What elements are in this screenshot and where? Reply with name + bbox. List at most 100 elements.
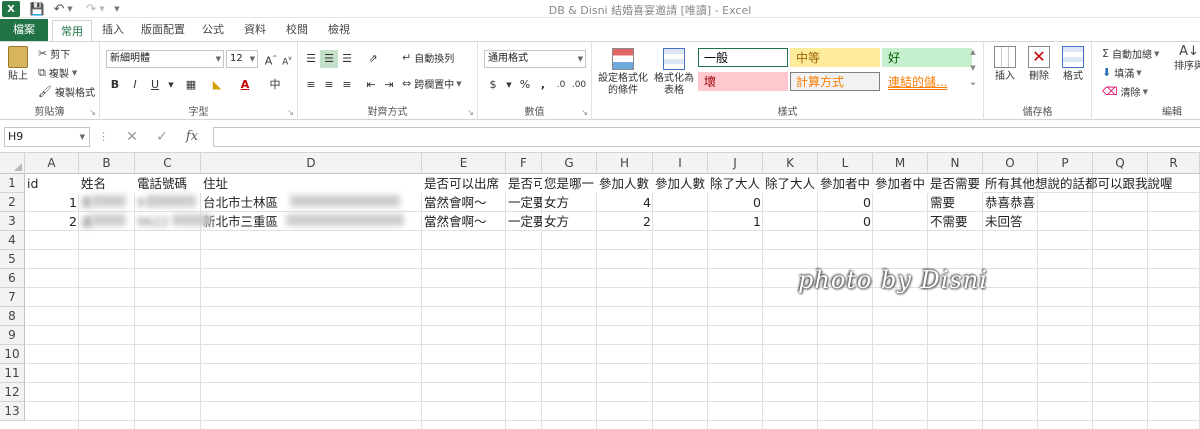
percent-button[interactable]: % [516,76,534,94]
cell-h3[interactable]: 2 [597,212,653,231]
formula-input[interactable] [213,127,1200,147]
excel-app-icon[interactable]: X [2,1,20,17]
cell-n2[interactable]: 需要 [928,193,983,212]
cell-m1[interactable]: 參加者中 [873,174,928,193]
row-header-8[interactable]: 8 [0,307,25,326]
phonetic-button[interactable]: 中 [266,76,284,94]
undo-icon[interactable]: ↶ [52,1,66,17]
column-header-p[interactable]: P [1038,153,1093,174]
cell-style-4[interactable]: 計算方式 [790,72,880,91]
tab-data[interactable]: 資料 [238,19,272,41]
clipboard-launcher-icon[interactable]: ↘ [89,108,96,117]
row-header-13[interactable]: 13 [0,402,25,421]
column-header-g[interactable]: G [542,153,597,174]
cell-e3[interactable]: 當然會啊～ [422,212,506,231]
gallery-more-icon[interactable]: ⏷ [966,78,980,90]
name-box[interactable]: H9 ▼ [4,127,90,147]
cell-e1[interactable]: 是否可以出席 [422,174,506,193]
cell-n1[interactable]: 是否需要 [928,174,983,193]
row-header-11[interactable]: 11 [0,364,25,383]
cell-h1[interactable]: 參加人數 [597,174,653,193]
column-header-h[interactable]: H [597,153,653,174]
font-name-combo[interactable]: 新細明體 ▼ [106,50,224,68]
formula-bar-grip-icon[interactable]: ⋮ [98,130,109,143]
cell-l1[interactable]: 參加者中 [818,174,873,193]
cell-b1[interactable]: 姓名 [79,174,135,193]
cell-n3[interactable]: 不需要 [928,212,983,231]
select-all-corner[interactable] [0,153,25,174]
cell-a2[interactable]: 1 [25,193,79,212]
insert-cells-button[interactable]: 插入 [990,46,1020,83]
redo-dropdown-icon[interactable]: ▼ [98,1,106,17]
cell-f1[interactable]: 是否可 [506,174,542,193]
save-icon[interactable]: 💾 [28,1,46,17]
column-header-a[interactable]: A [25,153,79,174]
worksheet-grid[interactable]: A B C D E F G H I J K L M N O P Q R 1 2 3 4 5 6 7 8 9 10 11 12 13 id 姓名電… [0,152,1200,429]
number-format-combo[interactable]: 通用格式 ▼ [484,50,586,68]
row-header-6[interactable]: 6 [0,269,25,288]
cell-e2[interactable]: 當然會啊～ [422,193,506,212]
wrap-text-button[interactable]: ↵ 自動換列 [402,50,454,65]
comma-button[interactable]: , [534,76,552,94]
row-header-5[interactable]: 5 [0,250,25,269]
cell-g2[interactable]: 女方 [542,193,597,212]
cell-i1[interactable]: 參加人數 [653,174,708,193]
font-size-combo[interactable]: 12 ▼ [226,50,258,68]
tab-review[interactable]: 校閱 [280,19,314,41]
column-header-n[interactable]: N [928,153,983,174]
customize-toolbar-icon[interactable]: ▼ [112,1,122,17]
copy-button[interactable]: ⧉ 複製 ▼ [38,65,77,81]
shrink-font-button[interactable]: Av [278,50,296,68]
tab-file[interactable]: 檔案 [0,19,48,41]
row-header-7[interactable]: 7 [0,288,25,307]
alignment-launcher-icon[interactable]: ↘ [467,108,474,117]
cell-style-5[interactable]: 連結的儲... [882,72,966,91]
enter-check-icon[interactable]: ✓ [152,128,172,146]
fill-color-icon[interactable]: ◣ [208,76,226,94]
row-header-1[interactable]: 1 [0,174,25,193]
column-header-c[interactable]: C [135,153,201,174]
row-header-3[interactable]: 3 [0,212,25,231]
decrease-indent-icon[interactable]: ⇤ [362,76,380,94]
row-header-12[interactable]: 12 [0,383,25,402]
cell-j3[interactable]: 1 [708,212,763,231]
cell-j1[interactable]: 除了大人 [708,174,763,193]
column-header-f[interactable]: F [506,153,542,174]
cell-style-1[interactable]: 中等 [790,48,880,67]
align-right-icon[interactable]: ≡ [338,76,356,94]
sort-filter-button[interactable]: A↓ 排序與 [1174,45,1200,73]
orientation-icon[interactable]: ⇗ [364,50,382,68]
tab-insert[interactable]: 插入 [96,19,130,41]
gallery-down-icon[interactable]: ▼ [966,62,980,74]
gallery-up-icon[interactable]: ▲ [966,46,980,58]
format-as-table-button[interactable]: 格式化為表格 [652,48,696,97]
tab-home[interactable]: 常用 [52,20,92,42]
format-painter-button[interactable]: 🖌 複製格式 [38,84,95,99]
cell-a1[interactable]: id [25,174,79,193]
cell-o1[interactable]: 所有其他想說的話都可以跟我說喔 [983,174,1200,193]
underline-dropdown-icon[interactable]: ▼ [162,76,180,94]
column-header-b[interactable]: B [79,153,135,174]
increase-indent-icon[interactable]: ⇥ [380,76,398,94]
column-header-l[interactable]: L [818,153,873,174]
column-header-q[interactable]: Q [1093,153,1148,174]
italic-button[interactable]: I [126,76,144,94]
align-center-icon[interactable]: ≡ [320,76,338,94]
column-header-o[interactable]: O [983,153,1038,174]
cancel-icon[interactable]: ✕ [122,128,142,146]
column-header-i[interactable]: I [653,153,708,174]
decrease-decimal-icon[interactable]: .00 [570,76,588,94]
cell-l2[interactable]: 0 [818,193,873,212]
merge-center-button[interactable]: ⇔ 跨欄置中 ▼ [402,76,462,91]
delete-cells-button[interactable]: ✕ 刪除 [1024,46,1054,83]
autosum-button[interactable]: Σ 自動加總 ▼ [1102,46,1159,61]
align-middle-icon[interactable]: ☰ [320,50,338,68]
cut-button[interactable]: ✂ 剪下 [38,46,70,61]
undo-dropdown-icon[interactable]: ▼ [66,1,74,17]
row-header-4[interactable]: 4 [0,231,25,250]
cell-style-2[interactable]: 好 [882,48,972,67]
align-bottom-icon[interactable]: ☰ [338,50,356,68]
cell-o3[interactable]: 未回答 [983,212,1093,231]
cell-k1[interactable]: 除了大人 [763,174,818,193]
fill-button[interactable]: ⬇ 填滿 ▼ [1102,65,1142,80]
